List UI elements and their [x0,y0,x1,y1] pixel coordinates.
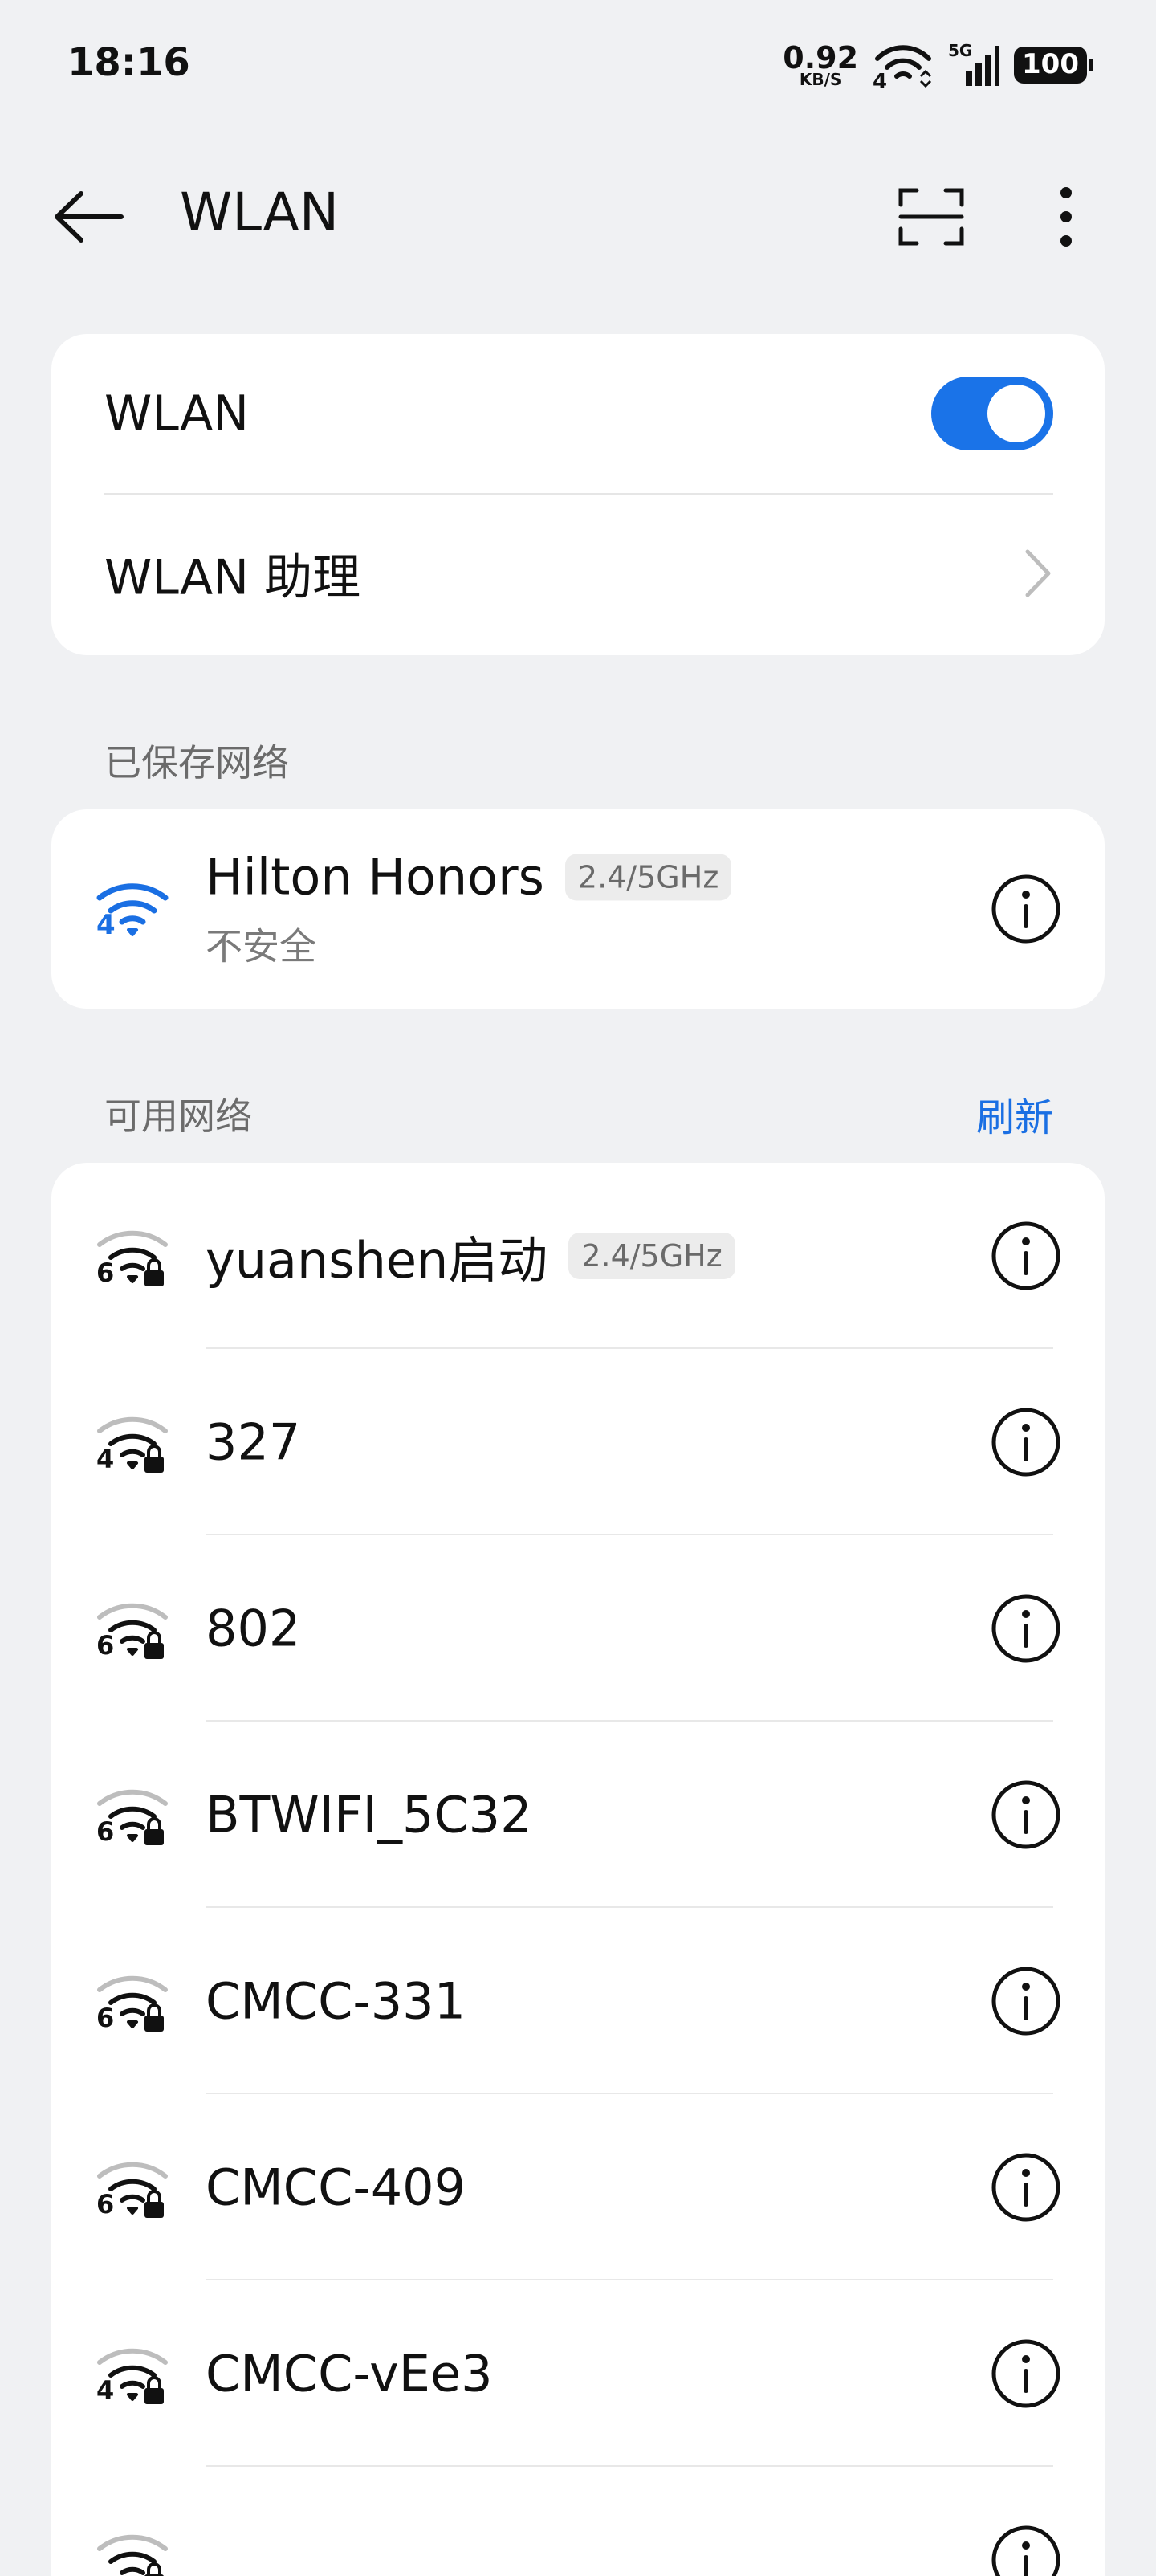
wifi-gen-label: 4 [96,1444,115,1474]
toggle-knob [987,385,1045,442]
network-name: 802 [206,1599,301,1658]
band-badge: 2.4/5GHz [568,1233,735,1279]
wlan-assistant-row[interactable]: WLAN 助理 [51,493,1105,654]
speed-unit: KB/S [799,70,842,89]
network-text: 327 [206,1413,300,1472]
info-icon[interactable] [989,2150,1063,2224]
info-icon[interactable] [989,872,1063,946]
wlan-label: WLAN [104,385,250,442]
info-icon[interactable] [989,1592,1063,1665]
network-speed: 0.92 KB/S [783,43,858,88]
saved-network-row[interactable]: 4 Hilton Honors 2.4/5GHz 不安全 [51,809,1105,1009]
wifi-locked-icon: 6 [88,1961,177,2041]
network-row[interactable]: 6 802 [51,1535,1105,1722]
status-wifi-icon: 4 [873,41,934,94]
refresh-button[interactable]: 刷新 [976,1086,1053,1142]
status-time: 18:16 [67,40,190,85]
network-text: yuanshen启动 2.4/5GHz [206,1220,735,1292]
network-name-line: CMCC-vEe3 [206,2345,493,2403]
speed-value: 0.92 [783,40,859,75]
status-bar: 18:16 0.92 KB/S 4 5G 100 [0,0,1156,128]
chevron-right-icon [1025,549,1051,597]
network-name: CMCC-vEe3 [206,2344,493,2403]
network-name: 327 [206,1412,301,1472]
network-row[interactable]: 4 327 [51,1349,1105,1535]
saved-networks-header: 已保存网络 [104,741,289,785]
network-name: CMCC-331 [206,1971,466,2031]
network-row[interactable]: 6 CMCC-409 [51,2094,1105,2280]
network-row[interactable]: 6 BTWIFI_5C32 [51,1722,1105,1908]
info-icon[interactable] [989,1219,1063,1293]
wifi-gen-label: 6 [96,2189,115,2219]
wifi-locked-icon: 4 [88,1402,177,1482]
network-row[interactable]: 6 CMCC-331 [51,1908,1105,2094]
network-name-line: CMCC-331 [206,1972,466,2031]
network-text: BTWIFI_5C32 [206,1786,532,1844]
wifi-gen-label: 6 [96,2003,115,2033]
network-text: CMCC-vEe3 [206,2345,493,2403]
network-row[interactable] [51,2467,1105,2576]
saved-networks-card: 4 Hilton Honors 2.4/5GHz 不安全 [51,809,1105,1009]
wlan-toggle-row[interactable]: WLAN [51,334,1105,493]
network-name: Hilton Honors [206,847,544,907]
wlan-assistant-label: WLAN 助理 [104,549,361,606]
info-icon[interactable] [989,1778,1063,1852]
network-name-line: yuanshen启动 2.4/5GHz [206,1220,735,1292]
network-name: BTWIFI_5C32 [206,1785,532,1844]
network-row[interactable]: 6 yuanshen启动 2.4/5GHz [51,1163,1105,1349]
available-networks-card: 6 yuanshen启动 2.4/5GHz 4 327 6 802 6 BTWI… [51,1163,1105,2576]
wifi-locked-icon: 6 [88,1588,177,1669]
network-name-line: BTWIFI_5C32 [206,1786,532,1844]
wifi-locked-icon: 6 [88,2147,177,2228]
app-bar: WLAN [0,153,1156,273]
network-name: yuanshen启动 [206,1231,548,1290]
info-icon[interactable] [989,2523,1063,2576]
wifi-gen-label: 6 [96,1257,115,1288]
band-badge: 2.4/5GHz [564,854,732,900]
network-list: 6 yuanshen启动 2.4/5GHz 4 327 6 802 6 BTWI… [51,1163,1105,2576]
wifi-gen-label: 6 [96,1816,115,1847]
page-title: WLAN [180,181,340,243]
back-arrow-icon [55,191,124,243]
network-security-status: 不安全 [206,924,316,968]
wifi-gen-label: 4 [96,2375,115,2406]
info-icon[interactable] [989,1405,1063,1479]
status-wifi-gen: 4 [873,70,888,94]
network-row[interactable]: 4 CMCC-vEe3 [51,2280,1105,2467]
back-button[interactable] [48,177,128,257]
info-icon[interactable] [989,1964,1063,2038]
wifi-gen-label: 4 [96,909,116,941]
battery-indicator: 100 [1014,47,1093,84]
wifi-locked-icon: 6 [88,1216,177,1296]
cellular-signal-icon: 5G [948,41,1000,89]
network-name-line: Hilton Honors 2.4/5GHz [206,847,732,907]
saved-network-text: Hilton Honors 2.4/5GHz 不安全 [206,847,732,971]
wifi-locked-icon [88,2520,177,2576]
network-name-line: 327 [206,1413,300,1472]
network-name-line: 802 [206,1600,300,1658]
network-text: 802 [206,1600,300,1658]
network-name: CMCC-409 [206,2158,466,2217]
wifi-locked-icon: 4 [88,2333,177,2414]
wifi-locked-icon: 6 [88,1775,177,1855]
scan-icon [898,188,964,246]
info-icon[interactable] [989,2337,1063,2411]
available-networks-header: 可用网络 [104,1094,252,1138]
wifi-gen-label: 6 [96,1630,115,1661]
wlan-toggle[interactable] [931,377,1053,450]
battery-level: 100 [1014,47,1087,84]
more-options-button[interactable] [1026,177,1106,257]
network-text: CMCC-331 [206,1972,466,2031]
wlan-settings-card: WLAN WLAN 助理 [51,334,1105,655]
network-text: CMCC-409 [206,2158,466,2217]
scan-button[interactable] [883,177,979,257]
wifi-connected-icon: 4 [88,869,177,949]
battery-tip [1089,58,1093,71]
status-icons: 0.92 KB/S 4 5G 100 [783,37,1093,94]
network-name-line: CMCC-409 [206,2158,466,2217]
more-vertical-icon [1060,187,1072,247]
